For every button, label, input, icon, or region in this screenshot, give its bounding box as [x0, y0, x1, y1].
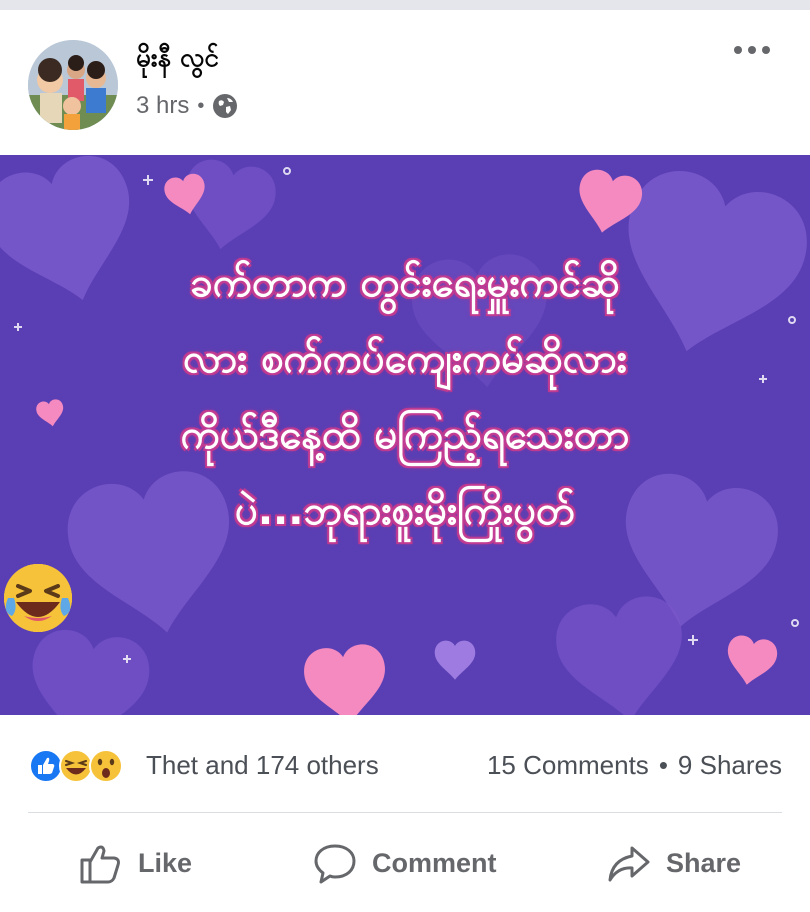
image-text-line: လား စက်ကပ်ကျေးကမ်ဆိုလား: [183, 336, 627, 382]
reactions-summary[interactable]: Thet and 174 others: [146, 750, 379, 781]
more-dot: [762, 46, 770, 54]
engagement-counts: 15 Comments • 9 Shares: [487, 750, 782, 781]
image-text-line: ကိုယ်ဒီနေ့ထိ မကြည့်ရသေးတာ: [180, 412, 630, 458]
post-time[interactable]: 3 hrs: [136, 92, 189, 120]
top-strip: [0, 0, 810, 10]
comment-button[interactable]: Comment: [312, 840, 497, 886]
globe-icon: [213, 94, 238, 118]
image-text-line: ပဲ...ဘုရားစူးမိုးကြိုးပွတ်: [235, 488, 575, 534]
thumbs-up-icon: [80, 845, 120, 884]
more-options-button[interactable]: [734, 46, 770, 54]
reaction-icons[interactable]: [28, 748, 138, 784]
avatar-photo: [28, 40, 118, 130]
more-dot: [748, 46, 756, 54]
share-arrow-icon: [608, 846, 650, 882]
divider: [28, 812, 782, 813]
comment-bubble-icon: [314, 844, 356, 884]
wow-icon: [89, 749, 123, 783]
post-stats: Thet and 174 others 15 Comments • 9 Shar…: [0, 740, 810, 790]
comments-count[interactable]: 15 Comments: [487, 750, 649, 781]
like-icon: [29, 749, 63, 783]
comment-label: Comment: [372, 847, 497, 878]
meta-separator: •: [197, 94, 205, 117]
more-dot: [734, 46, 742, 54]
author-name[interactable]: မိုးနီ လွင်: [136, 40, 219, 79]
like-button[interactable]: Like: [78, 840, 192, 886]
laughing-crying-emoji-icon: [4, 564, 72, 632]
post-header: မိုးနီ လွင် 3 hrs •: [0, 10, 810, 155]
counts-separator: •: [658, 750, 668, 780]
post-image[interactable]: ခက်တာက တွင်းရေးမှူးကင်ဆို လား စက်ကပ်ကျေး…: [0, 155, 810, 715]
avatar[interactable]: [28, 40, 118, 130]
share-button[interactable]: Share: [606, 840, 741, 886]
like-label: Like: [138, 847, 193, 878]
laugh-icon: [59, 749, 93, 783]
post-image-text: ခက်တာက တွင်းရေးမှူးကင်ဆို လား စက်ကပ်ကျေး…: [40, 245, 770, 549]
image-text-line: ခက်တာက တွင်းရေးမှူးကင်ဆို: [190, 260, 620, 306]
post-actions: Like Comment Share: [0, 830, 810, 900]
share-label: Share: [666, 847, 742, 878]
shares-count[interactable]: 9 Shares: [678, 750, 782, 781]
post-meta: 3 hrs •: [136, 92, 238, 120]
